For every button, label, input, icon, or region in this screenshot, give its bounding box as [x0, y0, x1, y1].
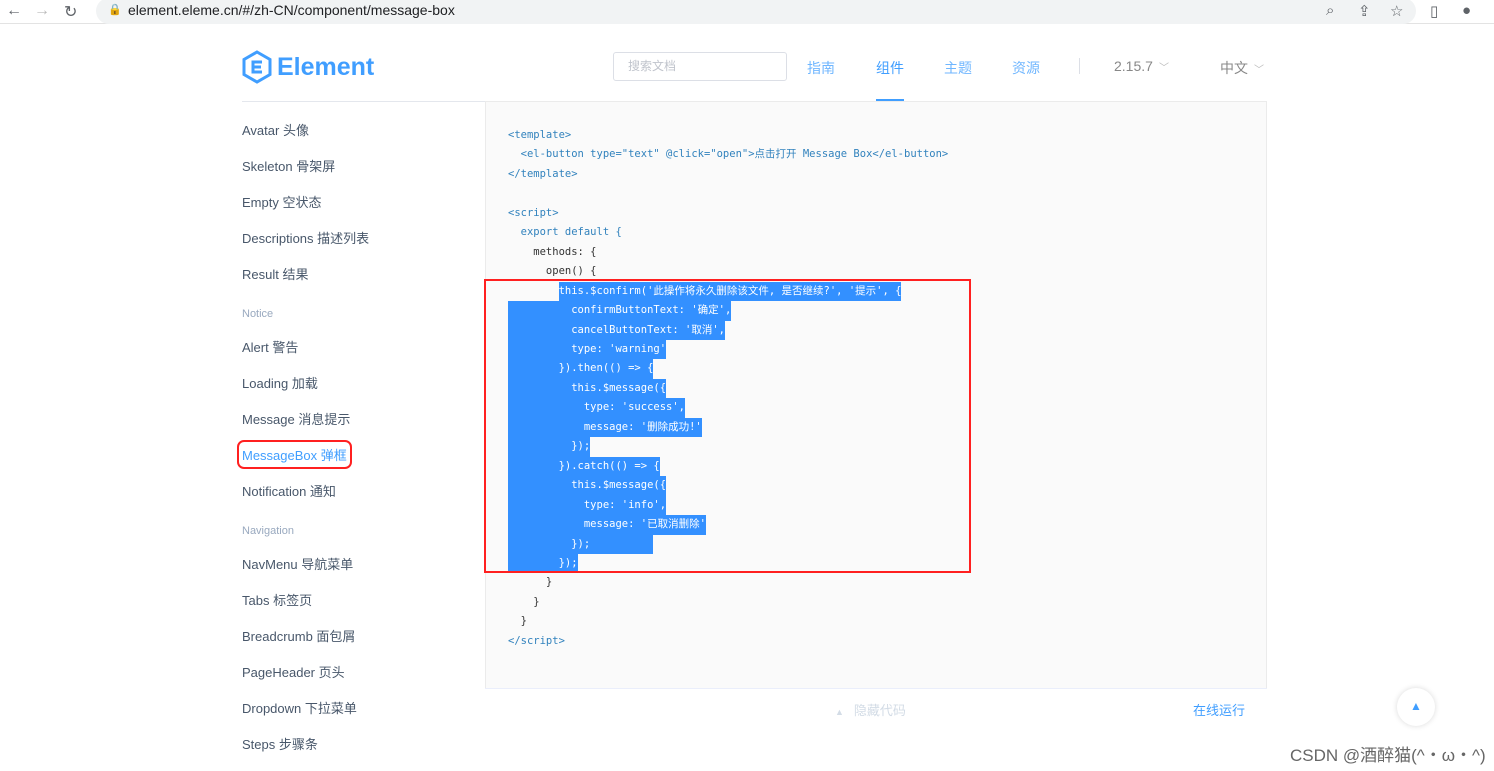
- code-control-bar: ▲ 隐藏代码 在线运行: [485, 688, 1267, 728]
- profile-icon[interactable]: ●: [1462, 2, 1471, 19]
- annotation-highlight-box: [484, 279, 971, 573]
- code-line: <template>: [508, 126, 948, 145]
- version-dropdown[interactable]: 2.15.7 ﹀: [1114, 58, 1169, 74]
- code-line: <el-button type="text" @click="open">点击打…: [508, 145, 949, 164]
- sidepanel-icon[interactable]: ▯: [1430, 2, 1438, 20]
- nav-divider: [1079, 58, 1080, 74]
- element-logo[interactable]: Element: [242, 50, 374, 84]
- element-logo-icon: [242, 50, 272, 84]
- code-line: }: [508, 612, 948, 631]
- back-icon[interactable]: ←: [6, 2, 22, 20]
- code-line: export default {: [508, 223, 948, 242]
- search-input[interactable]: 搜索文档: [613, 52, 787, 81]
- nav-guide[interactable]: 指南: [807, 58, 835, 78]
- code-line-text: }: [508, 576, 553, 589]
- code-line: <script>: [508, 204, 948, 223]
- sidebar-item[interactable]: Notification 通知: [242, 481, 336, 500]
- sidebar-item[interactable]: Message 消息提示: [242, 409, 350, 428]
- hide-code-label: 隐藏代码: [853, 703, 906, 718]
- code-line-text: }: [508, 615, 527, 628]
- language-label: 中文: [1220, 60, 1248, 76]
- code-line-text: </script>: [508, 634, 565, 647]
- nav-resource[interactable]: 资源: [1012, 58, 1040, 78]
- star-icon[interactable]: ☆: [1390, 2, 1403, 20]
- language-dropdown[interactable]: 中文 ﹀: [1220, 58, 1264, 78]
- url-text: element.eleme.cn/#/zh-CN/component/messa…: [128, 2, 455, 18]
- sidebar-item[interactable]: Loading 加载: [242, 373, 318, 392]
- sidebar-item[interactable]: Dropdown 下拉菜单: [242, 698, 357, 717]
- code-line-text: export default {: [508, 226, 622, 239]
- sidebar-item[interactable]: Tabs 标签页: [242, 590, 312, 609]
- watermark: CSDN @酒醉猫(^・ω・^): [1290, 746, 1486, 765]
- zoom-icon[interactable]: ⌕: [1326, 2, 1334, 19]
- caret-up-icon: ▲: [835, 707, 844, 717]
- code-line: methods: {: [508, 243, 948, 262]
- back-to-top-button[interactable]: ▲: [1397, 688, 1435, 726]
- address-bar[interactable]: 🔒 element.eleme.cn/#/zh-CN/component/mes…: [96, 0, 1416, 24]
- nav-component[interactable]: 组件: [876, 58, 904, 78]
- sidebar-group-label: Navigation: [242, 525, 294, 537]
- code-line-text: <template>: [508, 129, 572, 141]
- forward-icon[interactable]: →: [34, 2, 50, 20]
- sidebar-item[interactable]: Result 结果: [242, 264, 308, 283]
- hide-code-button[interactable]: ▲ 隐藏代码: [835, 700, 906, 719]
- sidebar-item[interactable]: Breadcrumb 面包屑: [242, 626, 355, 645]
- version-label: 2.15.7: [1114, 58, 1153, 74]
- sidebar-item[interactable]: Skeleton 骨架屏: [242, 156, 335, 175]
- code-line: </script>: [508, 632, 948, 651]
- chevron-down-icon: ﹀: [1158, 63, 1169, 74]
- run-online-button[interactable]: 在线运行: [1193, 700, 1245, 719]
- share-icon[interactable]: ⇪: [1358, 2, 1371, 20]
- sidebar-item[interactable]: Descriptions 描述列表: [242, 228, 369, 247]
- lock-icon: 🔒: [108, 4, 122, 16]
- code-line-text: }: [508, 595, 540, 608]
- logo-text: Element: [277, 52, 375, 81]
- chevron-down-icon: ﹀: [1254, 65, 1264, 76]
- code-line: }: [508, 573, 948, 592]
- code-line-text: </template>: [508, 167, 578, 180]
- code-line-text: methods: {: [508, 245, 597, 258]
- sidebar-item[interactable]: PageHeader 页头: [242, 662, 345, 681]
- code-line: }: [508, 593, 948, 612]
- code-line-text: <el-button type="text" @click="open">点击打…: [508, 148, 949, 161]
- sidebar-item[interactable]: Empty 空状态: [242, 192, 321, 211]
- reload-icon[interactable]: ↻: [64, 2, 77, 22]
- sidebar-item[interactable]: Steps 步骤条: [242, 734, 318, 753]
- code-line-text: <script>: [508, 206, 559, 219]
- caret-up-icon: ▲: [1410, 699, 1422, 713]
- sidebar-item[interactable]: NavMenu 导航菜单: [242, 554, 353, 573]
- browser-toolbar: ← → ↻ 🔒 element.eleme.cn/#/zh-CN/compone…: [0, 0, 1494, 24]
- sidebar-item[interactable]: MessageBox 弹框: [237, 440, 352, 469]
- code-line: </template>: [508, 165, 948, 184]
- nav-theme[interactable]: 主题: [944, 58, 972, 78]
- sidebar-item[interactable]: Avatar 头像: [242, 120, 309, 139]
- sidebar-group-label: Notice: [242, 308, 274, 320]
- sidebar-item[interactable]: Alert 警告: [242, 337, 298, 356]
